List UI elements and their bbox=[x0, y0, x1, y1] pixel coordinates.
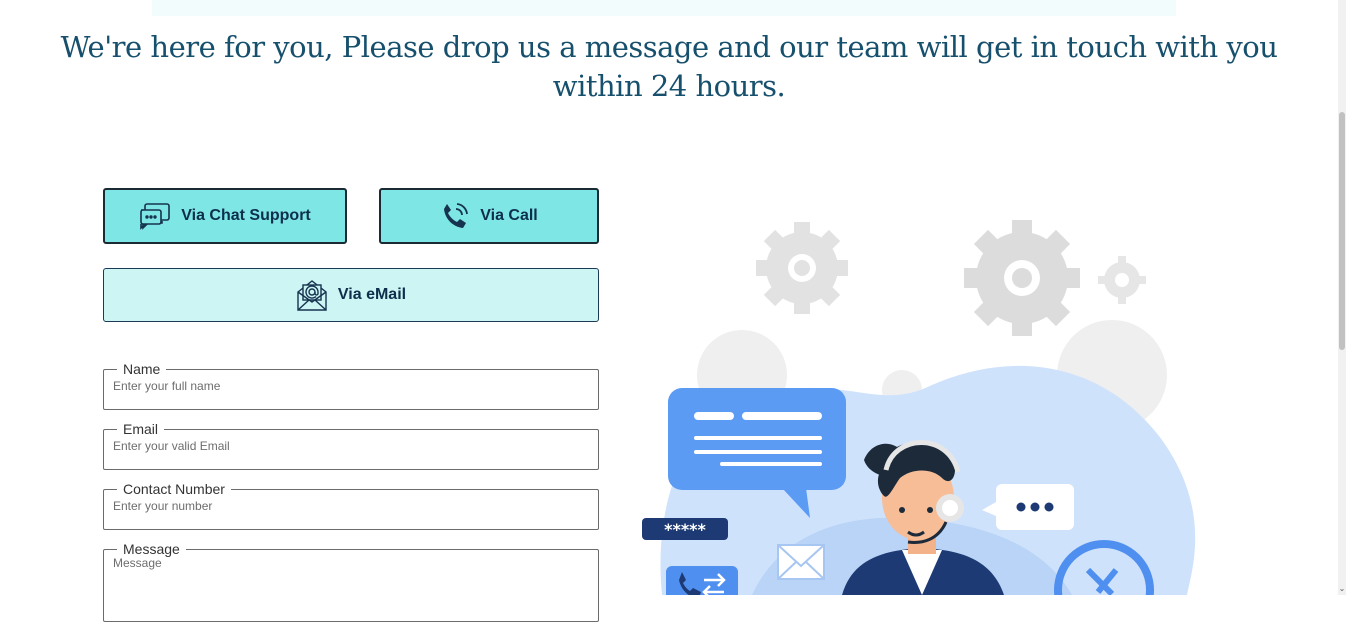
contact-number-label: Contact Number bbox=[123, 481, 225, 497]
name-label: Name bbox=[123, 361, 161, 377]
phone-transfer-icon bbox=[666, 566, 738, 606]
email-button[interactable]: Via eMail bbox=[103, 268, 599, 322]
contact-number-input[interactable] bbox=[113, 496, 589, 516]
phone-icon bbox=[440, 201, 470, 231]
chevron-down-icon[interactable]: ⌄ bbox=[1338, 585, 1346, 593]
page-headline: We're here for you, Please drop us a mes… bbox=[60, 30, 1278, 103]
call-button[interactable]: Via Call bbox=[379, 188, 599, 244]
envelope-icon bbox=[777, 544, 825, 580]
gear-icon bbox=[964, 220, 1080, 336]
customer-support-illustration: ***** bbox=[632, 210, 1212, 622]
chat-icon bbox=[139, 202, 171, 230]
message-field: Message bbox=[103, 542, 599, 622]
name-field: Name bbox=[103, 362, 599, 410]
gear-icon bbox=[756, 222, 848, 314]
chat-support-button[interactable]: Via Chat Support bbox=[103, 188, 347, 244]
email-field-label: Email bbox=[123, 421, 159, 437]
svg-text:*****: ***** bbox=[664, 520, 706, 539]
top-banner-strip bbox=[152, 0, 1176, 16]
contact-number-field: Contact Number bbox=[103, 482, 599, 530]
email-label: Via eMail bbox=[337, 286, 407, 303]
name-input[interactable] bbox=[113, 376, 589, 396]
email-field: Email bbox=[103, 422, 599, 470]
message-input[interactable] bbox=[113, 556, 589, 596]
scrollbar-thumb[interactable] bbox=[1339, 112, 1345, 350]
call-label: Via Call bbox=[480, 207, 538, 224]
gear-icon bbox=[1098, 256, 1146, 304]
email-input[interactable] bbox=[113, 436, 589, 456]
message-label: Message bbox=[123, 541, 180, 557]
password-box: ***** bbox=[642, 518, 728, 540]
page-scrollbar[interactable]: ⌄ bbox=[1338, 0, 1346, 595]
email-icon bbox=[296, 278, 328, 312]
chat-support-label: Via Chat Support bbox=[181, 207, 311, 224]
